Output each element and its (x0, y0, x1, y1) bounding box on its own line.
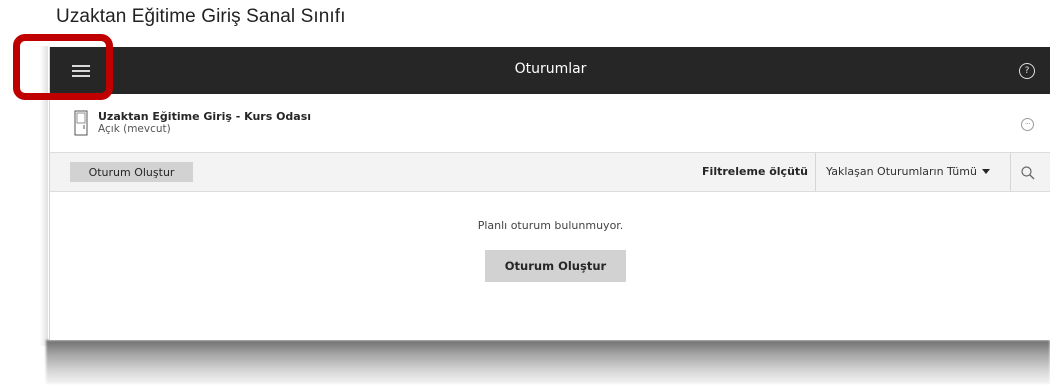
filter-selected-value: Yaklaşan Oturumların Tümü (826, 165, 977, 178)
filter-dropdown[interactable]: Yaklaşan Oturumların Tümü (816, 153, 1010, 191)
sessions-panel: Oturumlar ? Uzaktan Eğitime Giriş - Kurs… (49, 47, 1050, 340)
caret-down-icon (982, 169, 990, 174)
room-name: Uzaktan Eğitime Giriş - Kurs Odası (98, 110, 312, 123)
filter-label: Filtreleme ölçütü (702, 165, 808, 178)
course-room-row[interactable]: Uzaktan Eğitime Giriş - Kurs Odası Açık … (50, 94, 1050, 153)
empty-state-message: Planlı oturum bulunmuyor. (477, 219, 624, 232)
search-icon[interactable] (1020, 165, 1036, 181)
create-session-button[interactable]: Oturum Oluştur (70, 162, 193, 182)
panel-shadow-left (40, 46, 48, 346)
panel-title: Oturumlar (514, 61, 587, 77)
more-options-icon[interactable]: ··· (1021, 118, 1034, 131)
create-session-primary-button[interactable]: Oturum Oluştur (485, 250, 626, 282)
panel-header: Oturumlar ? (50, 47, 1050, 94)
room-door-icon (74, 110, 88, 136)
page-title: Uzaktan Eğitime Giriş Sanal Sınıfı (56, 6, 346, 27)
help-circle-icon[interactable]: ? (1019, 63, 1035, 79)
room-status: Açık (mevcut) (98, 123, 171, 135)
search-divider (1010, 153, 1011, 191)
panel-shadow-bottom (46, 340, 1050, 384)
sessions-toolbar: Oturum Oluştur Filtreleme ölçütü Yaklaşa… (50, 153, 1050, 192)
